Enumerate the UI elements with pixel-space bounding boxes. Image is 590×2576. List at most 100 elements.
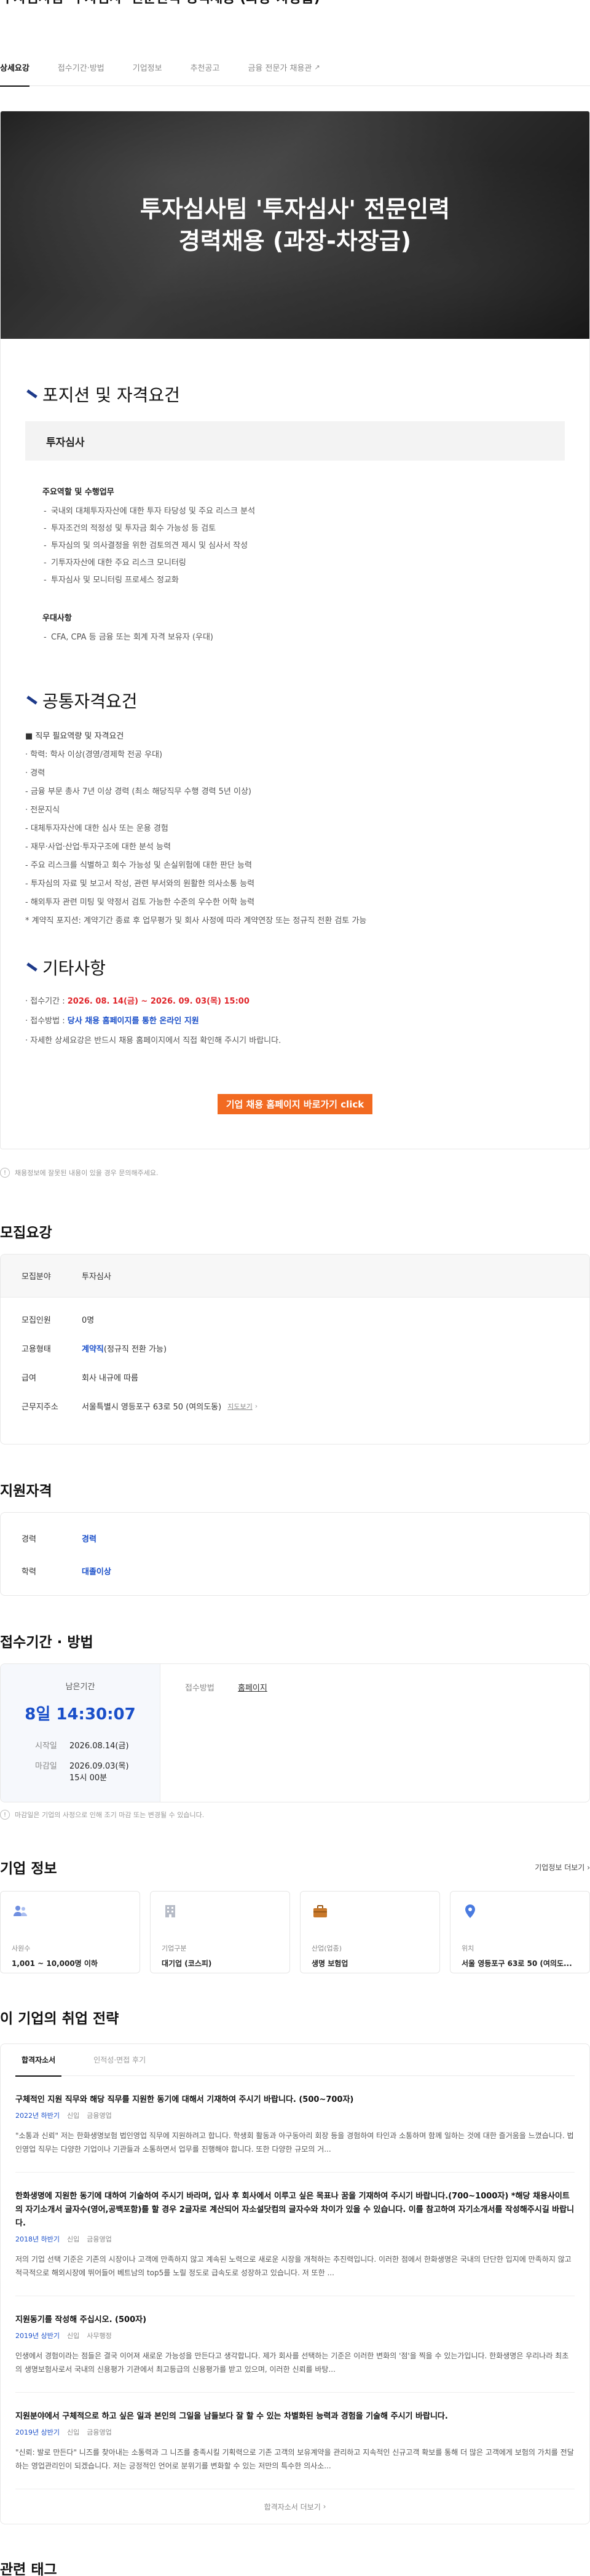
common-heading: 공통자격요건 <box>42 691 138 711</box>
question: 구체적인 지원 직무와 해당 직무를 지원한 동기에 대해서 기재하여 주시기 … <box>15 2095 354 2104</box>
card-label: 기업구분 <box>162 1944 187 1952</box>
application-method: 접수방법 홈페이지 <box>160 1664 267 1802</box>
start-date-row: 시작일 2026.08.14(금) <box>1 1739 160 1751</box>
notice-text[interactable]: 채용정보에 잘못된 내용이 있을 경우 문의해주세요. <box>15 1168 159 1178</box>
section-heading: 공통자격요건 <box>25 688 565 713</box>
company-info-cards: 사원수 1,001 ~ 10,000명 이하 기업구분 대기업 (코스피) 산업… <box>0 1891 590 1973</box>
remaining-label: 남은기간 <box>65 1682 95 1692</box>
type: 신입 <box>66 2428 80 2436</box>
tab-detail[interactable]: 상세요강 <box>0 49 30 87</box>
tags-heading: 관련 태그 <box>0 2562 57 2576</box>
hero-title-line1: 투자심사팀 '투자심사' 전문인력 <box>140 196 450 223</box>
location-icon <box>465 1904 475 1918</box>
row-value: 대졸이상 <box>82 1565 111 1577</box>
strategy-tabs: 합격자소서 인적성·면접 후기 <box>15 2044 575 2077</box>
info-icon: ! <box>0 1168 10 1178</box>
summary-row: 고용형태 계약직(정규직 전환 가능) <box>1 1342 589 1354</box>
answer-preview: "소통과 신뢰" 저는 한화생명보험 법인영업 직무에 지원하려고 합니다. 학… <box>15 2131 574 2154</box>
summary-row: 급여 회사 내규에 따름 <box>1 1371 589 1383</box>
method-link[interactable]: 홈페이지 <box>238 1681 267 1802</box>
qualification-row: 경력 경력 <box>1 1532 589 1544</box>
card-value: 서울 영등포구 63로 50 (여의도... <box>462 1959 572 1968</box>
deadline-heading: 접수기간 · 방법 <box>0 1635 93 1651</box>
summary-field-row: 모집분야 투자심사 <box>1 1254 589 1298</box>
row-value: 서울특별시 영등포구 63로 50 (여의도동) <box>82 1403 222 1412</box>
etc-method-label: · 접수방법 : <box>25 1017 68 1026</box>
list-item: 국내외 대체투자자산에 대한 투자 타당성 및 주요 리스크 분석 <box>42 503 565 520</box>
tab-application-period[interactable]: 접수기간·방법 <box>58 49 104 86</box>
tab-finance-hiring[interactable]: 금융 전문가 채용관 ↗ <box>248 49 320 86</box>
card-value: 1,001 ~ 10,000명 이하 <box>12 1959 98 1968</box>
list-item[interactable]: 지원분야에서 구체적으로 하고 싶은 일과 본인의 그일을 남들보다 잘 할 수… <box>15 2393 575 2489</box>
tab-label: 상세요강 <box>0 64 30 73</box>
deadline-notice: ! 마감일은 기업의 사정으로 인해 조기 마감 또는 변경될 수 있습니다. <box>0 1810 590 1820</box>
hero-title: 투자심사팀 '투자심사' 전문인력 경력채용 (과장-차장급) <box>140 193 450 257</box>
company-header: 기업 정보 기업정보 더보기 › <box>0 1857 590 1877</box>
type: 신입 <box>66 2112 80 2120</box>
building-icon <box>165 1905 175 1917</box>
type: 신입 <box>66 2235 80 2243</box>
prefs-title: 우대사항 <box>42 614 72 623</box>
type: 신입 <box>66 2332 80 2340</box>
etc-heading: 기타사항 <box>42 958 106 978</box>
etc-note: · 자세한 상세요강은 반드시 채용 홈페이지에서 직접 확인해 주시기 바랍니… <box>25 1036 281 1045</box>
row-key: 학력 <box>22 1567 36 1577</box>
hero-banner: 투자심사팀 '투자심사' 전문인력 경력채용 (과장-차장급) <box>1 111 589 339</box>
row-value: 회사 내규에 따름 <box>82 1374 138 1383</box>
meta: 2018년 하반기 신입 금융영업 <box>15 2234 575 2244</box>
meta: 2019년 상반기 신입 금융영업 <box>15 2427 575 2437</box>
list-item[interactable]: 한화생명에 지원한 동기에 대하여 기술하여 주시기 바라며, 입사 후 회사에… <box>15 2173 575 2296</box>
tab-company-info[interactable]: 기업정보 <box>133 49 162 86</box>
report-notice: ! 채용정보에 잘못된 내용이 있을 경우 문의해주세요. <box>0 1168 590 1178</box>
company-homepage-button[interactable]: 기업 채용 홈페이지 바로가기 click <box>217 1094 373 1114</box>
section-heading: 포지션 및 자격요건 <box>25 382 565 406</box>
employment-note: (정규직 전환 가능) <box>103 1345 167 1354</box>
job: 사무행정 <box>87 2332 112 2340</box>
tab-label: 추천공고 <box>190 64 220 73</box>
question: 지원동기를 작성해 주십시오. (500자) <box>15 2315 147 2324</box>
list-item[interactable]: 지원동기를 작성해 주십시오. (500자) 2019년 상반기 신입 사무행정 인… <box>15 2296 575 2393</box>
job-detail-card: 투자심사팀 '투자심사' 전문인력 경력채용 (과장-차장급) 포지션 및 자격… <box>0 111 590 1149</box>
company-more-link[interactable]: 기업정보 더보기 › <box>535 1862 590 1873</box>
end-time: 15시 00분 <box>69 1773 108 1783</box>
requirement-line: - 투자심의 자료 및 보고서 작성, 관련 부서와의 원활한 의사소통 능력 <box>25 879 255 889</box>
qualification-value: 경력 <box>82 1535 96 1544</box>
question: 한화생명에 지원한 동기에 대하여 기술하여 주시기 바라며, 입사 후 회사에… <box>15 2192 575 2228</box>
summary-row: 근무지주소 서울특별시 영등포구 63로 50 (여의도동) 지도보기 › <box>1 1400 589 1412</box>
duties-title: 주요역할 및 수행업무 <box>42 488 114 497</box>
list-item: 투자심의 및 의사결정을 위한 검토의견 제시 및 심사서 작성 <box>42 537 565 555</box>
qualification-heading: 지원자격 <box>0 1483 52 1499</box>
tab-cover-letters[interactable]: 합격자소서 <box>15 2044 62 2077</box>
deadline-box: 남은기간 8일 14:30:07 시작일 2026.08.14(금) 마감일 2… <box>0 1663 590 1802</box>
tab-recommended[interactable]: 추천공고 <box>191 49 220 86</box>
year: 2019년 상반기 <box>15 2428 60 2436</box>
notice-text: 마감일은 기업의 사정으로 인해 조기 마감 또는 변경될 수 있습니다. <box>15 1811 205 1819</box>
row-key: 경력 <box>22 1535 36 1544</box>
company-card-type: 기업구분 대기업 (코스피) <box>150 1891 290 1973</box>
card-value: 대기업 (코스피) <box>162 1959 212 1968</box>
map-view-link[interactable]: 지도보기 <box>227 1401 252 1411</box>
row-value: 계약직(정규직 전환 가능) <box>82 1342 167 1354</box>
etc-list: · 접수기간 : 2026. 08. 14(금) ~ 2026. 09. 03(… <box>25 992 565 1051</box>
remaining-time: 8일 14:30:07 <box>25 1705 136 1724</box>
tab-interview-reviews[interactable]: 인적성·면접 후기 <box>87 2044 152 2076</box>
list-item[interactable]: 구체적인 지원 직무와 해당 직무를 지원한 동기에 대해서 기재하여 주시기 … <box>15 2076 575 2173</box>
row-key: 마감일 <box>35 1762 57 1771</box>
year: 2022년 하반기 <box>15 2112 60 2120</box>
qualification-box: 경력 경력 학력 대졸이상 <box>0 1512 590 1596</box>
strategy-box: 합격자소서 인적성·면접 후기 구체적인 지원 직무와 해당 직무를 지원한 동… <box>0 2043 590 2524</box>
info-icon: ! <box>0 1810 10 1820</box>
row-key: 시작일 <box>35 1742 57 1751</box>
summary-box: 모집분야 투자심사 모집인원 0명 고용형태 계약직(정규직 전환 가능) 급여… <box>0 1254 590 1445</box>
chevron-right-icon: › <box>587 1863 590 1872</box>
start-date: 2026.08.14(금) <box>69 1742 129 1751</box>
requirement-line: - 금융 부문 총사 7년 이상 경력 (최소 해당직무 수행 경력 5년 이상… <box>25 787 252 796</box>
cover-letters-more-link[interactable]: 합격자소서 더보기 › <box>15 2489 575 2524</box>
section-slash-icon <box>25 695 36 706</box>
requirement-line: * 계약직 포지션: 계약기간 종료 후 업무평가 및 회사 사정에 따라 계약… <box>25 916 367 925</box>
page-title-strip: 투자심사팀 '투자심사' 전문인력 경력채용 (과장-차장급) <box>0 0 590 6</box>
etc-period: · 접수기간 : 2026. 08. 14(금) ~ 2026. 09. 03(… <box>25 992 565 1012</box>
company-card-location: 위치 서울 영등포구 63로 50 (여의도... <box>450 1891 590 1973</box>
hero-title-line2: 경력채용 (과장-차장급) <box>178 228 412 255</box>
page-title: 투자심사팀 '투자심사' 전문인력 경력채용 (과장-차장급) <box>1 0 590 6</box>
